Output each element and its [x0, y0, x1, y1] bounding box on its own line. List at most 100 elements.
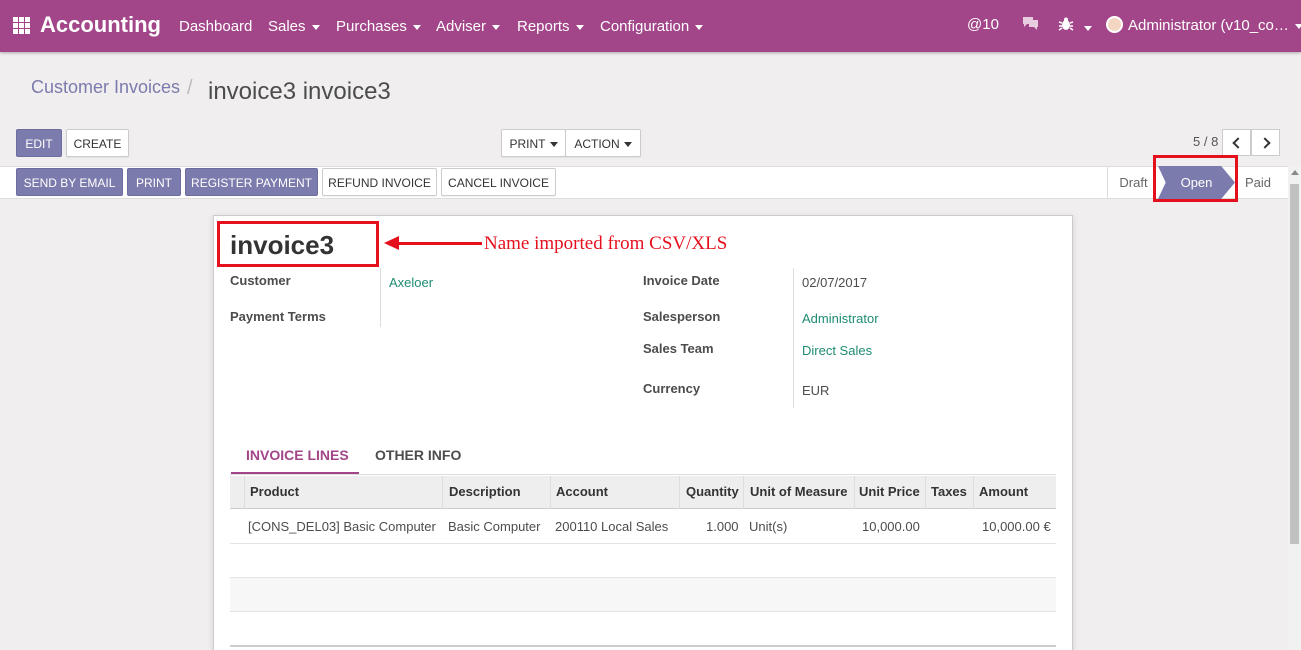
caret-down-icon — [549, 142, 558, 148]
currency-label: Currency — [643, 381, 701, 396]
column-divider — [743, 476, 744, 509]
status-stage-draft[interactable]: Draft — [1107, 167, 1159, 198]
column-divider — [679, 476, 680, 509]
column-divider — [925, 476, 926, 509]
column-header-unit-price[interactable]: Unit Price — [859, 484, 920, 499]
column-header-uom[interactable]: Unit of Measure — [750, 484, 848, 499]
tab-other-info[interactable]: OTHER INFO — [375, 447, 461, 463]
cell-account: 200110 Local Sales — [555, 519, 669, 534]
column-header-description[interactable]: Description — [449, 484, 521, 499]
cell-quantity: 1.000 — [706, 519, 739, 534]
register-payment-button[interactable]: REGISTER PAYMENT — [185, 168, 318, 196]
create-button[interactable]: CREATE — [66, 129, 129, 157]
tab-divider — [230, 474, 1056, 475]
caret-down-icon — [412, 24, 421, 30]
menu-label: Purchases — [336, 18, 407, 35]
sales-team-link[interactable]: Direct Sales — [802, 343, 872, 358]
action-dropdown[interactable]: ACTION — [565, 129, 641, 157]
salesperson-label: Salesperson — [643, 309, 721, 324]
cell-amount: 10,000.00 € — [982, 519, 1051, 534]
print-label: PRINT — [509, 137, 546, 151]
menu-label: Configuration — [600, 18, 690, 35]
print-invoice-button[interactable]: PRINT — [127, 168, 181, 196]
customer-label: Customer — [230, 273, 291, 288]
highlight-box-name — [217, 221, 379, 267]
caret-down-icon — [1084, 25, 1093, 31]
breadcrumb-parent[interactable]: Customer Invoices — [31, 77, 180, 98]
column-header-taxes[interactable]: Taxes — [931, 484, 967, 499]
sales-team-label: Sales Team — [643, 341, 714, 356]
scrollbar-thumb[interactable] — [1290, 184, 1299, 544]
pager-previous-button[interactable] — [1222, 129, 1251, 156]
app-title[interactable]: Accounting — [40, 12, 161, 38]
menu-dashboard[interactable]: Dashboard — [179, 18, 252, 35]
cell-unit-price: 10,000.00 — [862, 519, 920, 534]
status-stage-paid[interactable]: Paid — [1236, 167, 1280, 198]
tab-invoice-lines[interactable]: INVOICE LINES — [246, 447, 349, 463]
menu-label: Reports — [517, 18, 570, 35]
table-header: Product Description Account Quantity Uni… — [230, 476, 1056, 509]
page-title: invoice3 invoice3 — [208, 78, 391, 105]
avatar — [1106, 16, 1123, 33]
bug-icon[interactable] — [1058, 16, 1093, 36]
caret-down-icon — [695, 24, 704, 30]
menu-label: Sales — [268, 18, 306, 35]
cancel-invoice-button[interactable]: CANCEL INVOICE — [441, 168, 556, 196]
menu-sales[interactable]: Sales — [268, 18, 320, 35]
column-divider — [244, 476, 245, 509]
refund-invoice-button[interactable]: REFUND INVOICE — [322, 168, 437, 196]
chevron-left-icon — [1232, 137, 1244, 149]
chat-icon[interactable] — [1021, 15, 1040, 36]
user-name: Administrator (v10_co… — [1128, 17, 1289, 34]
field-divider — [380, 268, 381, 327]
send-by-email-button[interactable]: SEND BY EMAIL — [16, 168, 123, 196]
column-header-product[interactable]: Product — [250, 484, 299, 499]
column-header-amount[interactable]: Amount — [979, 484, 1028, 499]
pager-counter[interactable]: 5 / 8 — [1193, 134, 1218, 149]
active-tab-indicator — [231, 472, 359, 474]
currency-value: EUR — [802, 383, 830, 398]
scrollbar[interactable] — [1288, 166, 1301, 650]
menu-label: Adviser — [436, 18, 487, 35]
caret-down-icon — [311, 24, 320, 30]
customer-link[interactable]: Axeloer — [389, 275, 433, 290]
column-header-quantity[interactable]: Quantity — [686, 484, 739, 499]
menu-configuration[interactable]: Configuration — [600, 18, 704, 35]
salesperson-link[interactable]: Administrator — [802, 311, 879, 326]
mentions-counter[interactable]: @10 — [967, 16, 999, 33]
chevron-right-icon — [1259, 137, 1271, 149]
field-divider — [793, 268, 794, 408]
table-row[interactable]: [CONS_DEL03] Basic Computer Basic Comput… — [230, 510, 1056, 544]
action-label: ACTION — [574, 137, 620, 151]
menu-purchases[interactable]: Purchases — [336, 18, 421, 35]
arrow-left-icon — [384, 236, 399, 250]
top-navbar: Accounting Dashboard Sales Purchases Adv… — [0, 0, 1301, 52]
scroll-up-icon[interactable] — [1291, 170, 1299, 175]
highlight-box-status — [1153, 155, 1238, 202]
invoice-date-value: 02/07/2017 — [802, 275, 868, 290]
column-divider — [854, 476, 855, 509]
menu-reports[interactable]: Reports — [517, 18, 584, 35]
caret-down-icon — [623, 142, 632, 148]
cell-description: Basic Computer — [448, 519, 541, 534]
table-row-empty[interactable] — [230, 612, 1056, 646]
menu-label: Dashboard — [179, 18, 253, 35]
breadcrumb-separator: / — [187, 77, 193, 99]
table-footer-line — [230, 645, 1056, 647]
menu-adviser[interactable]: Adviser — [436, 18, 501, 35]
print-dropdown[interactable]: PRINT — [501, 129, 566, 157]
cell-uom: Unit(s) — [749, 519, 788, 534]
column-divider — [442, 476, 443, 509]
table-row-empty[interactable] — [230, 578, 1056, 612]
edit-button[interactable]: EDIT — [16, 129, 62, 157]
pager-next-button[interactable] — [1251, 129, 1280, 156]
invoice-date-label: Invoice Date — [643, 273, 720, 288]
user-menu[interactable]: Administrator (v10_co… — [1106, 16, 1301, 34]
column-divider — [973, 476, 974, 509]
caret-down-icon — [575, 24, 584, 30]
column-header-account[interactable]: Account — [556, 484, 608, 499]
app-switcher-icon[interactable] — [13, 17, 30, 34]
annotation-arrow-line — [398, 242, 482, 245]
table-row-empty[interactable] — [230, 544, 1056, 578]
cell-product: [CONS_DEL03] Basic Computer — [248, 519, 436, 534]
